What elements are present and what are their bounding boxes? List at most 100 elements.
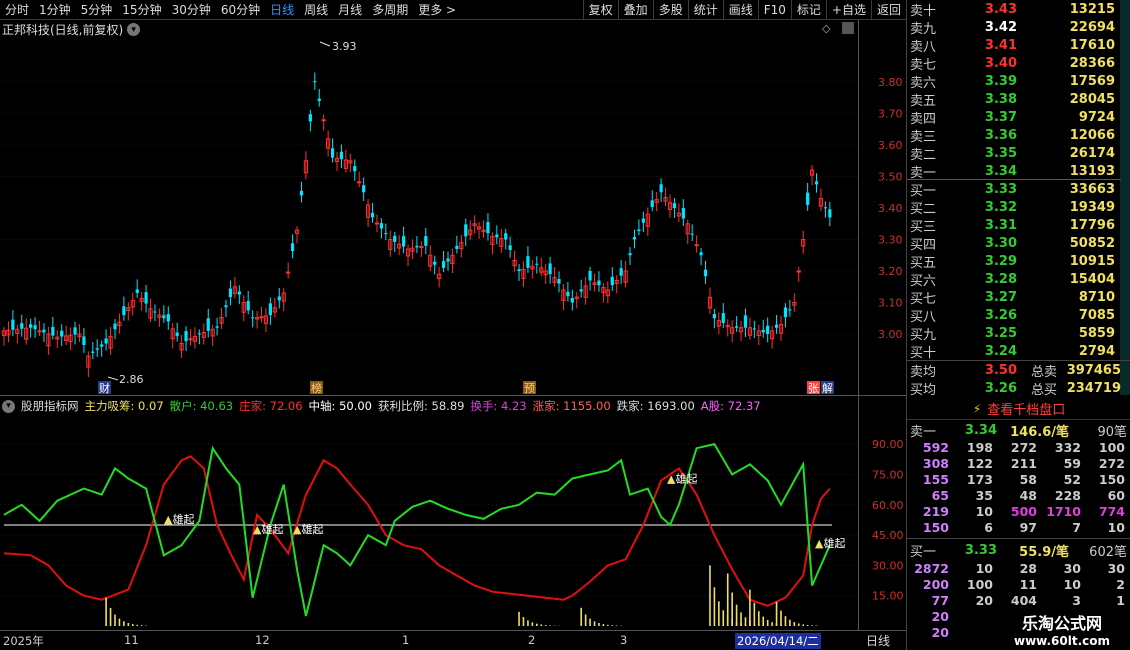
bid-price: 3.28 bbox=[984, 271, 1017, 287]
candle-body bbox=[215, 326, 219, 328]
queue-cell: 122 bbox=[966, 456, 993, 471]
candle-body bbox=[699, 252, 703, 256]
queue-cell: 155 bbox=[922, 472, 949, 487]
bid-level-label: 买四 bbox=[910, 237, 937, 253]
bid-row[interactable]: 买五 3.29 10915 bbox=[907, 252, 1130, 271]
bid-row[interactable]: 买八 3.26 7085 bbox=[907, 306, 1130, 325]
bid-row[interactable]: 买六 3.28 15404 bbox=[907, 270, 1130, 289]
queue-cell: 97 bbox=[1019, 520, 1037, 535]
queue-cell: 211 bbox=[1010, 456, 1037, 471]
candle-body bbox=[20, 323, 24, 329]
ask-row[interactable]: 卖三 3.36 12066 bbox=[907, 126, 1130, 145]
candle-body bbox=[339, 151, 344, 160]
candle-body bbox=[548, 263, 552, 275]
ask-price: 3.37 bbox=[984, 109, 1017, 125]
candle-body bbox=[743, 315, 748, 328]
bid-volume: 8710 bbox=[1078, 289, 1115, 305]
indicator-field-6: 涨家: 1155.00 bbox=[532, 399, 611, 413]
ask-level-label: 卖九 bbox=[910, 21, 937, 37]
ask-row[interactable]: 卖四 3.37 9724 bbox=[907, 108, 1130, 127]
queue-cell: 52 bbox=[1063, 472, 1081, 487]
queue-cell: 332 bbox=[1054, 440, 1081, 455]
diamond-icon[interactable]: ◇ bbox=[822, 22, 830, 35]
candle-body bbox=[806, 192, 810, 205]
bid-price: 3.29 bbox=[984, 253, 1017, 269]
queue-cell: 20 bbox=[931, 609, 949, 624]
indicator-tick: 60.00 bbox=[872, 499, 904, 512]
ask-label: 卖一 bbox=[910, 424, 937, 440]
candle-body bbox=[379, 223, 383, 229]
candle-body bbox=[246, 301, 250, 311]
time-label-3: 1 bbox=[402, 633, 410, 647]
candle-body bbox=[224, 305, 228, 308]
queue-cell: 10 bbox=[975, 504, 993, 519]
candle-body bbox=[735, 326, 739, 328]
ask-level-label: 卖一 bbox=[910, 165, 937, 181]
ask-row[interactable]: 卖十 3.43 13215 bbox=[907, 0, 1130, 19]
ask-row[interactable]: 卖八 3.41 17610 bbox=[907, 36, 1130, 55]
indicator-tick: 90.00 bbox=[872, 438, 904, 451]
candle-body bbox=[628, 253, 632, 256]
candle-body bbox=[268, 303, 272, 316]
lightning-icon: ⚡ bbox=[972, 401, 982, 416]
chevron-down-icon[interactable]: ▾ bbox=[127, 23, 141, 36]
candle-body bbox=[774, 324, 779, 328]
bid-row[interactable]: 买一 3.33 33663 bbox=[907, 180, 1130, 199]
time-label-5: 3 bbox=[620, 633, 628, 647]
candle-body bbox=[291, 243, 295, 252]
candle-body bbox=[619, 268, 623, 276]
ask-row[interactable]: 卖二 3.35 26174 bbox=[907, 144, 1130, 163]
view-depth-button[interactable]: ⚡ 查看千档盘口 bbox=[907, 398, 1130, 420]
candle-body bbox=[188, 338, 193, 341]
ask-row[interactable]: 卖七 3.40 28366 bbox=[907, 54, 1130, 73]
ask-volume: 12066 bbox=[1069, 127, 1115, 143]
ask-volume: 13193 bbox=[1069, 163, 1115, 179]
bid-level-label: 买九 bbox=[910, 327, 937, 343]
bid-level-label: 买八 bbox=[910, 309, 937, 325]
chevron-down-icon[interactable]: ▾ bbox=[2, 399, 15, 413]
candle-body bbox=[317, 98, 321, 101]
event-marker: 张 bbox=[808, 382, 819, 395]
queue-cell: 200 bbox=[922, 577, 949, 592]
stock-title: 正邦科技(日线,前复权) bbox=[2, 23, 124, 37]
sell-summary-row: 卖均 3.50 总卖 397465 bbox=[907, 361, 1130, 380]
bid-row[interactable]: 买四 3.30 50852 bbox=[907, 234, 1130, 253]
queue-cell: 500 bbox=[1010, 504, 1037, 519]
ask-row[interactable]: 卖六 3.39 17569 bbox=[907, 72, 1130, 91]
bid-row[interactable]: 买二 3.32 19349 bbox=[907, 198, 1130, 217]
bid-row[interactable]: 买七 3.27 8710 bbox=[907, 288, 1130, 307]
queue-cell: 150 bbox=[922, 520, 949, 535]
candle-body bbox=[424, 236, 428, 246]
candle-body bbox=[557, 278, 561, 284]
time-label-2: 12 bbox=[255, 633, 270, 647]
queue-cell: 404 bbox=[1010, 593, 1037, 608]
ask-row[interactable]: 卖五 3.38 28045 bbox=[907, 90, 1130, 109]
panel-toggle-icon[interactable] bbox=[842, 22, 854, 34]
candle-body bbox=[566, 291, 570, 297]
indicator-name[interactable]: 股朋指标网 bbox=[21, 398, 79, 414]
bid-row[interactable]: 买九 3.25 5859 bbox=[907, 324, 1130, 343]
ask-row[interactable]: 卖一 3.34 13193 bbox=[907, 162, 1130, 181]
queue-cell: 774 bbox=[1098, 504, 1125, 519]
candle-body bbox=[206, 318, 210, 331]
bid-volume: 19349 bbox=[1069, 199, 1115, 215]
candle-body bbox=[11, 319, 15, 330]
ask-price: 3.42 bbox=[984, 19, 1017, 35]
bid-row[interactable]: 买三 3.31 17796 bbox=[907, 216, 1130, 235]
queue-cell: 219 bbox=[922, 504, 949, 519]
ask-volume: 17610 bbox=[1069, 37, 1115, 53]
candle-body bbox=[51, 327, 55, 336]
chart-canvas[interactable]: 3.80 3.70 3.60 3.50 3.40 3.30 3.20 3.10 3.00 3.93… bbox=[0, 0, 906, 630]
ask-row[interactable]: 卖九 3.42 22694 bbox=[907, 18, 1130, 37]
ask-queue-header: 卖一 3.34 146.6/笔 90笔 bbox=[907, 421, 1130, 440]
bid-volume: 50852 bbox=[1069, 235, 1115, 251]
queue-cell: 150 bbox=[1098, 472, 1125, 487]
candle-body bbox=[277, 296, 281, 301]
queue-cell: 58 bbox=[1019, 472, 1037, 487]
bid-row[interactable]: 买十 3.24 2794 bbox=[907, 342, 1130, 361]
event-marker: 财 bbox=[99, 381, 110, 395]
candle-body bbox=[197, 333, 201, 335]
candle-body bbox=[184, 331, 188, 342]
candle-body bbox=[788, 309, 792, 311]
candle-body bbox=[721, 313, 725, 323]
